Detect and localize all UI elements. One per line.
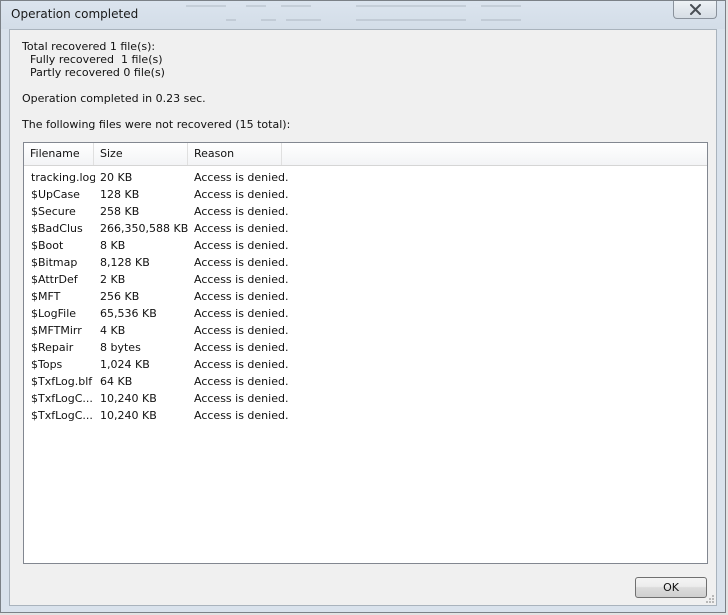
reason-cell: Access is denied.	[194, 188, 289, 201]
column-header-size[interactable]: Size	[94, 143, 188, 165]
reason-cell: Access is denied.	[194, 409, 289, 422]
filename-cell: $Boot	[31, 239, 64, 252]
reason-cell: Access is denied.	[194, 273, 289, 286]
fully-recovered-text: Fully recovered 1 file(s)	[30, 53, 163, 66]
table-row[interactable]: $MFTMirr 4 KB Access is denied.	[24, 322, 707, 339]
filename-cell: $TxfLogC...	[31, 409, 93, 422]
size-cell: 65,536 KB	[100, 307, 157, 320]
not-recovered-caption: The following files were not recovered (…	[22, 118, 291, 131]
filename-cell: $Tops	[31, 358, 63, 371]
size-cell: 10,240 KB	[100, 409, 157, 422]
filename-cell: $MFT	[31, 290, 61, 303]
dialog-client-area: Total recovered 1 file(s): Fully recover…	[9, 29, 717, 606]
filename-cell: $AttrDef	[31, 273, 78, 286]
filename-cell: $Bitmap	[31, 256, 78, 269]
table-row[interactable]: $BadClus 266,350,588 KB Access is denied.	[24, 220, 707, 237]
reason-cell: Access is denied.	[194, 256, 289, 269]
reason-cell: Access is denied.	[194, 358, 289, 371]
table-row[interactable]: tracking.log 20 KB Access is denied.	[24, 169, 707, 186]
summary-block: Total recovered 1 file(s): Fully recover…	[22, 40, 290, 131]
table-row[interactable]: $TxfLogC... 10,240 KB Access is denied.	[24, 407, 707, 424]
size-cell: 8 KB	[100, 239, 126, 252]
not-recovered-file-list[interactable]: Filename Size Reason tracking.log 20 KB Ac…	[23, 142, 708, 564]
table-row[interactable]: $Tops 1,024 KB Access is denied.	[24, 356, 707, 373]
size-cell: 258 KB	[100, 205, 140, 218]
reason-cell: Access is denied.	[194, 205, 289, 218]
reason-cell: Access is denied.	[194, 171, 289, 184]
size-cell: 1,024 KB	[100, 358, 150, 371]
table-row[interactable]: $MFT 256 KB Access is denied.	[24, 288, 707, 305]
table-row[interactable]: $TxfLogC... 10,240 KB Access is denied.	[24, 390, 707, 407]
reason-cell: Access is denied.	[194, 290, 289, 303]
filename-cell: $UpCase	[31, 188, 80, 201]
size-cell: 2 KB	[100, 273, 126, 286]
size-cell: 64 KB	[100, 375, 133, 388]
table-row[interactable]: $LogFile 65,536 KB Access is denied.	[24, 305, 707, 322]
table-row[interactable]: $Repair 8 bytes Access is denied.	[24, 339, 707, 356]
size-cell: 256 KB	[100, 290, 140, 303]
reason-cell: Access is denied.	[194, 375, 289, 388]
close-icon	[690, 4, 701, 15]
filename-cell: tracking.log	[31, 171, 95, 184]
close-button[interactable]	[673, 1, 717, 19]
reason-cell: Access is denied.	[194, 239, 289, 252]
filename-cell: $TxfLogC...	[31, 392, 93, 405]
dialog-window: Operation completed Total recovered 1 fi…	[0, 0, 726, 613]
filename-cell: $Repair	[31, 341, 74, 354]
size-cell: 8 bytes	[100, 341, 141, 354]
list-header: Filename Size Reason	[24, 143, 707, 166]
filename-cell: $Secure	[31, 205, 76, 218]
column-header-reason[interactable]: Reason	[188, 143, 282, 165]
table-row[interactable]: $TxfLog.blf 64 KB Access is denied.	[24, 373, 707, 390]
table-row[interactable]: $Secure 258 KB Access is denied.	[24, 203, 707, 220]
partly-recovered-text: Partly recovered 0 file(s)	[30, 66, 165, 79]
table-row[interactable]: $Boot 8 KB Access is denied.	[24, 237, 707, 254]
reason-cell: Access is denied.	[194, 392, 289, 405]
size-cell: 10,240 KB	[100, 392, 157, 405]
reason-cell: Access is denied.	[194, 307, 289, 320]
size-cell: 8,128 KB	[100, 256, 150, 269]
size-cell: 4 KB	[100, 324, 126, 337]
column-header-filename[interactable]: Filename	[24, 143, 94, 165]
operation-time-text: Operation completed in 0.23 sec.	[22, 92, 206, 105]
size-cell: 20 KB	[100, 171, 133, 184]
filename-cell: $BadClus	[31, 222, 83, 235]
filename-cell: $MFTMirr	[31, 324, 82, 337]
title-bar[interactable]: Operation completed	[1, 1, 725, 29]
list-rows: tracking.log 20 KB Access is denied. $UpCas…	[24, 169, 707, 424]
table-row[interactable]: $Bitmap 8,128 KB Access is denied.	[24, 254, 707, 271]
filename-cell: $LogFile	[31, 307, 77, 320]
filename-cell: $TxfLog.blf	[31, 375, 93, 388]
table-row[interactable]: $AttrDef 2 KB Access is denied.	[24, 271, 707, 288]
reason-cell: Access is denied.	[194, 222, 289, 235]
size-cell: 128 KB	[100, 188, 140, 201]
window-title: Operation completed	[11, 7, 139, 21]
resize-grip-icon[interactable]	[704, 593, 714, 603]
size-cell: 266,350,588 KB	[100, 222, 189, 235]
reason-cell: Access is denied.	[194, 324, 289, 337]
total-recovered-text: Total recovered 1 file(s):	[22, 40, 156, 53]
title-bar-background-blur	[186, 1, 526, 27]
table-row[interactable]: $UpCase 128 KB Access is denied.	[24, 186, 707, 203]
ok-button[interactable]: OK	[635, 577, 707, 598]
reason-cell: Access is denied.	[194, 341, 289, 354]
